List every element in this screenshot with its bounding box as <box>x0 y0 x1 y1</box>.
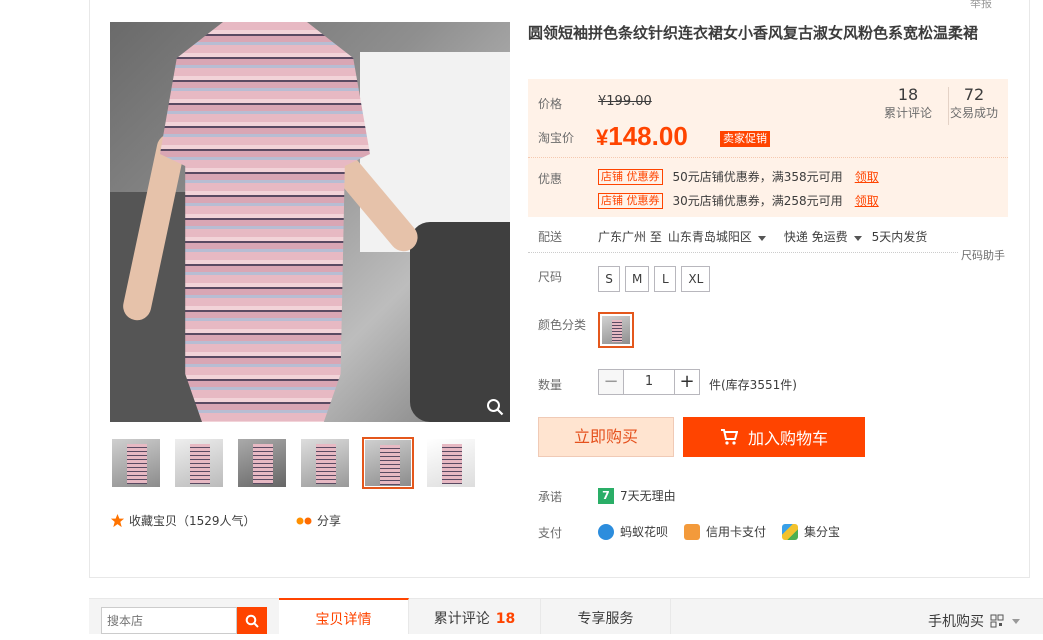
coupon-text: 30元店铺优惠券，满258元可用 <box>672 194 843 208</box>
share-button[interactable]: 分享 <box>296 512 341 529</box>
color-label: 颜色分类 <box>538 318 587 332</box>
shop-search-input[interactable] <box>101 607 237 634</box>
stock-info: 件(库存3551件) <box>709 378 797 392</box>
current-price: ¥148.00 <box>596 121 688 151</box>
size-label: 尺码 <box>538 270 563 284</box>
promise-7-days[interactable]: 7 7天无理由 <box>598 487 676 504</box>
ship-method-select[interactable]: 快递 免运费 <box>784 228 872 245</box>
taobao-price-label: 淘宝价 <box>538 131 575 145</box>
price-label: 价格 <box>538 97 563 111</box>
thumbnail-strip <box>110 437 488 489</box>
add-to-cart-label: 加入购物车 <box>747 429 828 448</box>
shop-search-button[interactable] <box>237 607 267 634</box>
price-box: 价格 ¥199.00 淘宝价 ¥148.00 卖家促销 18 累计评论 72 交… <box>528 79 1008 157</box>
shop-search <box>101 607 267 634</box>
zoom-icon[interactable] <box>486 398 504 416</box>
thumbnail-6[interactable] <box>425 437 477 489</box>
quantity-increase-button[interactable]: + <box>674 369 700 395</box>
promo-tag: 卖家促销 <box>720 131 770 147</box>
quantity-stepper: − 1 + <box>598 369 700 395</box>
product-title: 圆领短袖拼色条纹针织连衣裙女小香风复古淑女风粉色系宽松温柔裙 <box>528 24 979 42</box>
reviews-label: 累计评论 <box>883 106 932 120</box>
shipping-row: 配送 广东广州 至 山东青岛城阳区 快递 免运费 5天内发货 <box>538 228 1008 245</box>
claim-coupon-link[interactable]: 领取 <box>855 192 879 209</box>
dispatch-time: 5天内发货 <box>871 230 928 244</box>
ship-from: 广东广州 至 <box>598 230 662 244</box>
add-to-cart-button[interactable]: 加入购物车 <box>683 417 865 457</box>
image-striped-dress <box>160 22 370 422</box>
promise-text: 7天无理由 <box>620 489 676 503</box>
coupon-tag: 店铺 优惠券 <box>598 168 663 185</box>
payment-credit-card[interactable]: 信用卡支付 <box>684 523 766 540</box>
share-icon <box>296 517 312 524</box>
report-link[interactable]: 举报 <box>970 0 992 11</box>
thumbnail-2[interactable] <box>173 437 225 489</box>
star-icon <box>110 513 125 528</box>
buy-now-button[interactable]: 立即购买 <box>538 417 674 457</box>
promotions-box: 优惠 店铺 优惠券 50元店铺优惠券，满358元可用 领取 店铺 优惠券 30元… <box>528 157 1008 217</box>
sales-count: 72 <box>963 85 985 104</box>
chevron-down-icon <box>757 236 766 241</box>
size-option-s[interactable]: S <box>598 266 620 292</box>
coupon-text: 50元店铺优惠券，满358元可用 <box>672 170 843 184</box>
tab-reviews-count: 18 <box>495 611 516 627</box>
mobile-buy-button[interactable]: 手机购买 <box>928 611 1020 631</box>
size-option-m[interactable]: M <box>625 266 650 292</box>
quantity-input[interactable]: 1 <box>624 369 674 395</box>
shipping-label: 配送 <box>538 230 563 244</box>
size-options: S M L XL <box>598 266 715 292</box>
chevron-down-icon <box>853 236 862 241</box>
cart-icon <box>720 429 738 445</box>
sales-stat: 72 交易成功 <box>944 85 1004 121</box>
thumbnail-3[interactable] <box>236 437 288 489</box>
color-option-selected[interactable] <box>598 312 634 348</box>
divider <box>528 252 958 253</box>
payment-methods: 蚂蚁花呗 信用卡支付 集分宝 <box>598 523 856 540</box>
main-product-image[interactable] <box>110 22 510 422</box>
quantity-label: 数量 <box>538 378 563 392</box>
coupon-row-1: 店铺 优惠券 50元店铺优惠券，满358元可用 领取 <box>598 168 879 185</box>
tab-item-details[interactable]: 宝贝详情 <box>279 598 409 634</box>
promotions-label: 优惠 <box>538 172 563 186</box>
seven-days-icon: 7 <box>598 487 614 504</box>
reviews-stat[interactable]: 18 累计评论 <box>878 85 938 121</box>
collect-item-button[interactable]: 收藏宝贝（1529人气） <box>110 512 256 529</box>
payment-label: 支付 <box>538 526 563 540</box>
share-label: 分享 <box>317 514 342 528</box>
payment-jifenbao[interactable]: 集分宝 <box>782 523 840 540</box>
original-price: ¥199.00 <box>598 94 652 109</box>
size-option-l[interactable]: L <box>654 266 677 292</box>
jifenbao-icon <box>782 523 799 540</box>
coupon-tag: 店铺 优惠券 <box>598 192 663 209</box>
search-icon <box>245 614 259 628</box>
huabei-icon <box>598 523 614 540</box>
quantity-decrease-button[interactable]: − <box>598 369 624 395</box>
chevron-down-icon <box>1012 618 1020 624</box>
size-option-xl[interactable]: XL <box>681 266 711 292</box>
reviews-count: 18 <box>897 85 919 104</box>
tab-reviews[interactable]: 累计评论 18 <box>409 598 541 634</box>
credit-card-icon <box>684 523 701 540</box>
sales-label: 交易成功 <box>949 106 998 120</box>
image-sofa <box>410 222 510 422</box>
thumbnail-1[interactable] <box>110 437 162 489</box>
ship-to-select[interactable]: 山东青岛城阳区 <box>668 228 784 245</box>
coupon-row-2: 店铺 优惠券 30元店铺优惠券，满258元可用 领取 <box>598 192 879 209</box>
promise-label: 承诺 <box>538 490 563 504</box>
collect-label: 收藏宝贝（1529人气） <box>129 514 256 528</box>
claim-coupon-link[interactable]: 领取 <box>855 168 879 185</box>
tab-services[interactable]: 专享服务 <box>541 598 671 634</box>
thumbnail-4[interactable] <box>299 437 351 489</box>
size-helper-link[interactable]: 尺码助手 <box>961 247 1005 263</box>
thumbnail-5-selected[interactable] <box>362 437 414 489</box>
qr-code-icon <box>990 614 1004 628</box>
payment-huabei[interactable]: 蚂蚁花呗 <box>598 523 668 540</box>
